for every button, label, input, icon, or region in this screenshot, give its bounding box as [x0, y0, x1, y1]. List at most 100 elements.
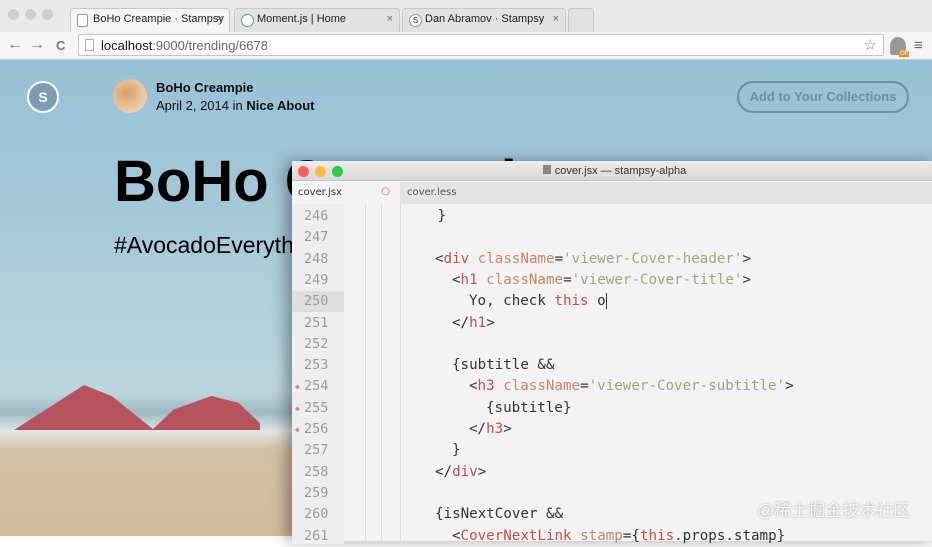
git-change-marker-icon: ◆ [295, 382, 300, 392]
forward-icon[interactable]: → [29, 36, 45, 54]
code-line[interactable]: <h3 className='viewer-Cover-subtitle'> [469, 376, 794, 397]
close-tab-icon[interactable]: × [553, 13, 559, 25]
line-number: 247 [292, 227, 344, 248]
editor-title-bar: cover.jsx — stampsy-alpha [292, 161, 932, 181]
code-token: className [486, 271, 564, 288]
window-minimize-button[interactable] [25, 9, 36, 20]
code-token: < [435, 250, 444, 267]
reload-icon[interactable]: C [56, 38, 65, 53]
code-token: > [785, 378, 794, 395]
code-token: className [503, 378, 581, 395]
close-tab-icon[interactable]: × [217, 13, 223, 25]
line-number-text: 246 [304, 208, 329, 224]
page-icon [77, 14, 88, 27]
editor-tabs: cover.jsx ○ cover.less [292, 182, 932, 204]
line-number-text: 260 [304, 506, 329, 523]
tab-label: Moment.js | Home [257, 13, 347, 25]
minimize-window-button[interactable] [315, 166, 326, 177]
line-number: 248 [292, 249, 344, 270]
post-meta: April 2, 2014 in Nice About [156, 98, 315, 113]
clock-icon [241, 14, 254, 27]
menu-icon[interactable]: ≡ [914, 37, 923, 54]
editor-tab-cover-jsx[interactable]: cover.jsx ○ [292, 182, 400, 204]
code-token: this [554, 293, 589, 310]
stampsy-logo[interactable]: S [27, 81, 59, 113]
code-line[interactable]: } [452, 440, 461, 461]
indent-guide [365, 204, 366, 544]
close-window-button[interactable] [298, 166, 309, 177]
author-name[interactable]: BoHo Creampie [156, 80, 254, 95]
line-number: 260 [292, 504, 344, 525]
window-zoom-button[interactable] [42, 9, 53, 20]
code-line[interactable]: </div> [435, 462, 486, 483]
line-number: 250 [292, 291, 344, 313]
star-icon[interactable]: ☆ [864, 36, 877, 54]
code-line[interactable]: <div className='viewer-Cover-header'> [435, 249, 751, 270]
tab-label: BoHo Creampie · Stampsy [93, 13, 224, 25]
line-number: 251 [292, 313, 344, 334]
code-line[interactable]: </h3> [469, 419, 512, 440]
tab-moment-js[interactable]: Moment.js | Home × [234, 8, 400, 32]
code-line[interactable]: <h1 className='viewer-Cover-title'> [452, 270, 751, 291]
indent-guide [400, 204, 401, 544]
avatar[interactable] [113, 79, 147, 113]
line-number-text: 256 [304, 421, 329, 437]
line-number: 261 [292, 526, 344, 547]
browser-toolbar: ← → C localhost:9000/trending/6678 ☆ Off… [0, 32, 932, 60]
indent-guide [381, 204, 382, 544]
line-number-text: 248 [304, 250, 329, 267]
line-number: 249 [292, 270, 344, 291]
add-to-collections-button[interactable]: Add to Your Collections [737, 81, 909, 113]
code-token: h1 [469, 314, 487, 331]
code-line[interactable]: {subtitle && [452, 355, 555, 376]
code-token: } [452, 442, 461, 459]
code-line[interactable]: </h1> [452, 313, 495, 334]
code-token: < [469, 378, 478, 395]
line-number: ◆ 255 [292, 398, 344, 419]
code-token: = [563, 271, 572, 288]
window-close-button[interactable] [8, 9, 19, 20]
line-number-text: 259 [304, 484, 329, 501]
url-host: localhost [101, 38, 153, 53]
code-token: {subtitle} [486, 399, 572, 416]
editor-tab-cover-less[interactable]: cover.less [401, 182, 456, 204]
code-token: > [503, 421, 512, 437]
code-line[interactable]: } [438, 206, 447, 227]
code-line[interactable]: {subtitle} [486, 398, 571, 419]
code-token: > [742, 271, 751, 288]
extension-icon[interactable]: Off [890, 37, 909, 57]
page-icon [85, 39, 94, 51]
code-token: </ [469, 421, 487, 437]
zoom-window-button[interactable] [332, 166, 343, 177]
back-icon[interactable]: ← [7, 36, 23, 54]
code-token: 'viewer-Cover-subtitle' [588, 378, 786, 395]
code-editor-window: cover.jsx — stampsy-alpha cover.jsx ○ co… [292, 161, 932, 544]
address-bar[interactable]: localhost:9000/trending/6678 ☆ [78, 34, 884, 56]
tab-label: cover.jsx [298, 187, 342, 198]
file-icon [542, 165, 551, 174]
extension-badge: Off [899, 51, 909, 57]
close-tab-icon[interactable]: × [387, 13, 393, 25]
line-number: 252 [292, 334, 344, 355]
tab-dan-abramov[interactable]: S Dan Abramov · Stampsy × [402, 8, 566, 32]
rock-image [14, 385, 154, 430]
code-token: > [486, 314, 495, 331]
line-number: 246 [292, 206, 344, 227]
line-number: 259 [292, 483, 344, 504]
in-label: in [232, 98, 243, 113]
watermark: @稀土掘金技术社区 [757, 501, 911, 520]
code-line[interactable]: Yo, check this o [469, 291, 607, 312]
line-number-text: 253 [304, 357, 329, 374]
line-number-text: 258 [304, 463, 329, 480]
new-tab-button[interactable] [568, 8, 594, 32]
tab-boho-creampie[interactable]: BoHo Creampie · Stampsy × [70, 8, 230, 32]
collection-link[interactable]: Nice About [246, 98, 314, 113]
code-token: > [477, 463, 487, 480]
git-change-marker-icon: ◆ [295, 403, 300, 413]
code-line[interactable]: <CoverNextLink stamp={this.props.stamp} [452, 526, 785, 547]
line-number-text: 249 [304, 271, 329, 288]
code-line[interactable]: {isNextCover && [435, 504, 563, 525]
text-cursor [605, 293, 607, 310]
